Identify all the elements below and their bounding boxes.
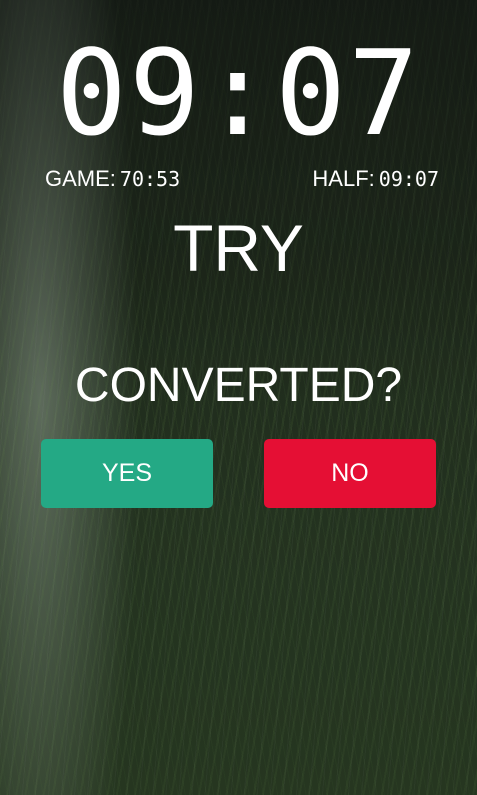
half-time: 09:07	[378, 167, 439, 191]
half-label: HALF:	[312, 166, 375, 191]
conversion-screen: 09:07 GAME: 70:53 HALF: 09:07 TRY CONVERTE…	[0, 0, 477, 795]
main-clock: 09:07	[55, 24, 422, 162]
game-label: GAME:	[45, 166, 116, 191]
content: 09:07 GAME: 70:53 HALF: 09:07 TRY CONVERTE…	[0, 0, 477, 795]
game-timer: GAME: 70:53	[45, 166, 180, 192]
no-button[interactable]: NO	[264, 439, 436, 508]
event-title: TRY	[173, 211, 304, 285]
half-timer: HALF: 09:07	[312, 166, 439, 192]
conversion-question: CONVERTED?	[74, 359, 403, 412]
sub-timers: GAME: 70:53 HALF: 09:07	[45, 166, 439, 196]
game-time: 70:53	[119, 167, 181, 191]
yes-button[interactable]: YES	[41, 439, 213, 508]
